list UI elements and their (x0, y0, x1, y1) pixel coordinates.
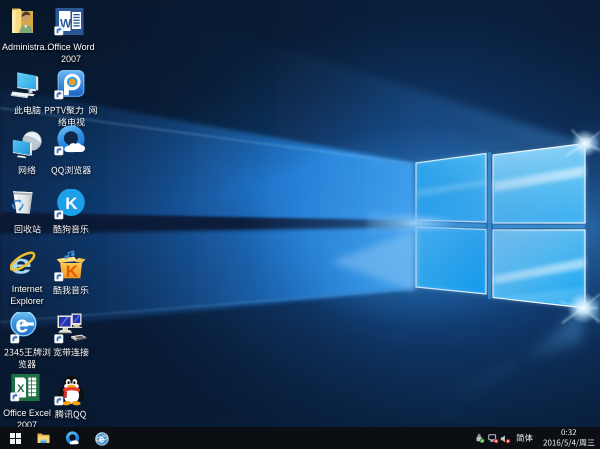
svg-text:K: K (65, 193, 78, 212)
svg-text:K: K (66, 262, 79, 281)
svg-text:e: e (10, 250, 32, 280)
